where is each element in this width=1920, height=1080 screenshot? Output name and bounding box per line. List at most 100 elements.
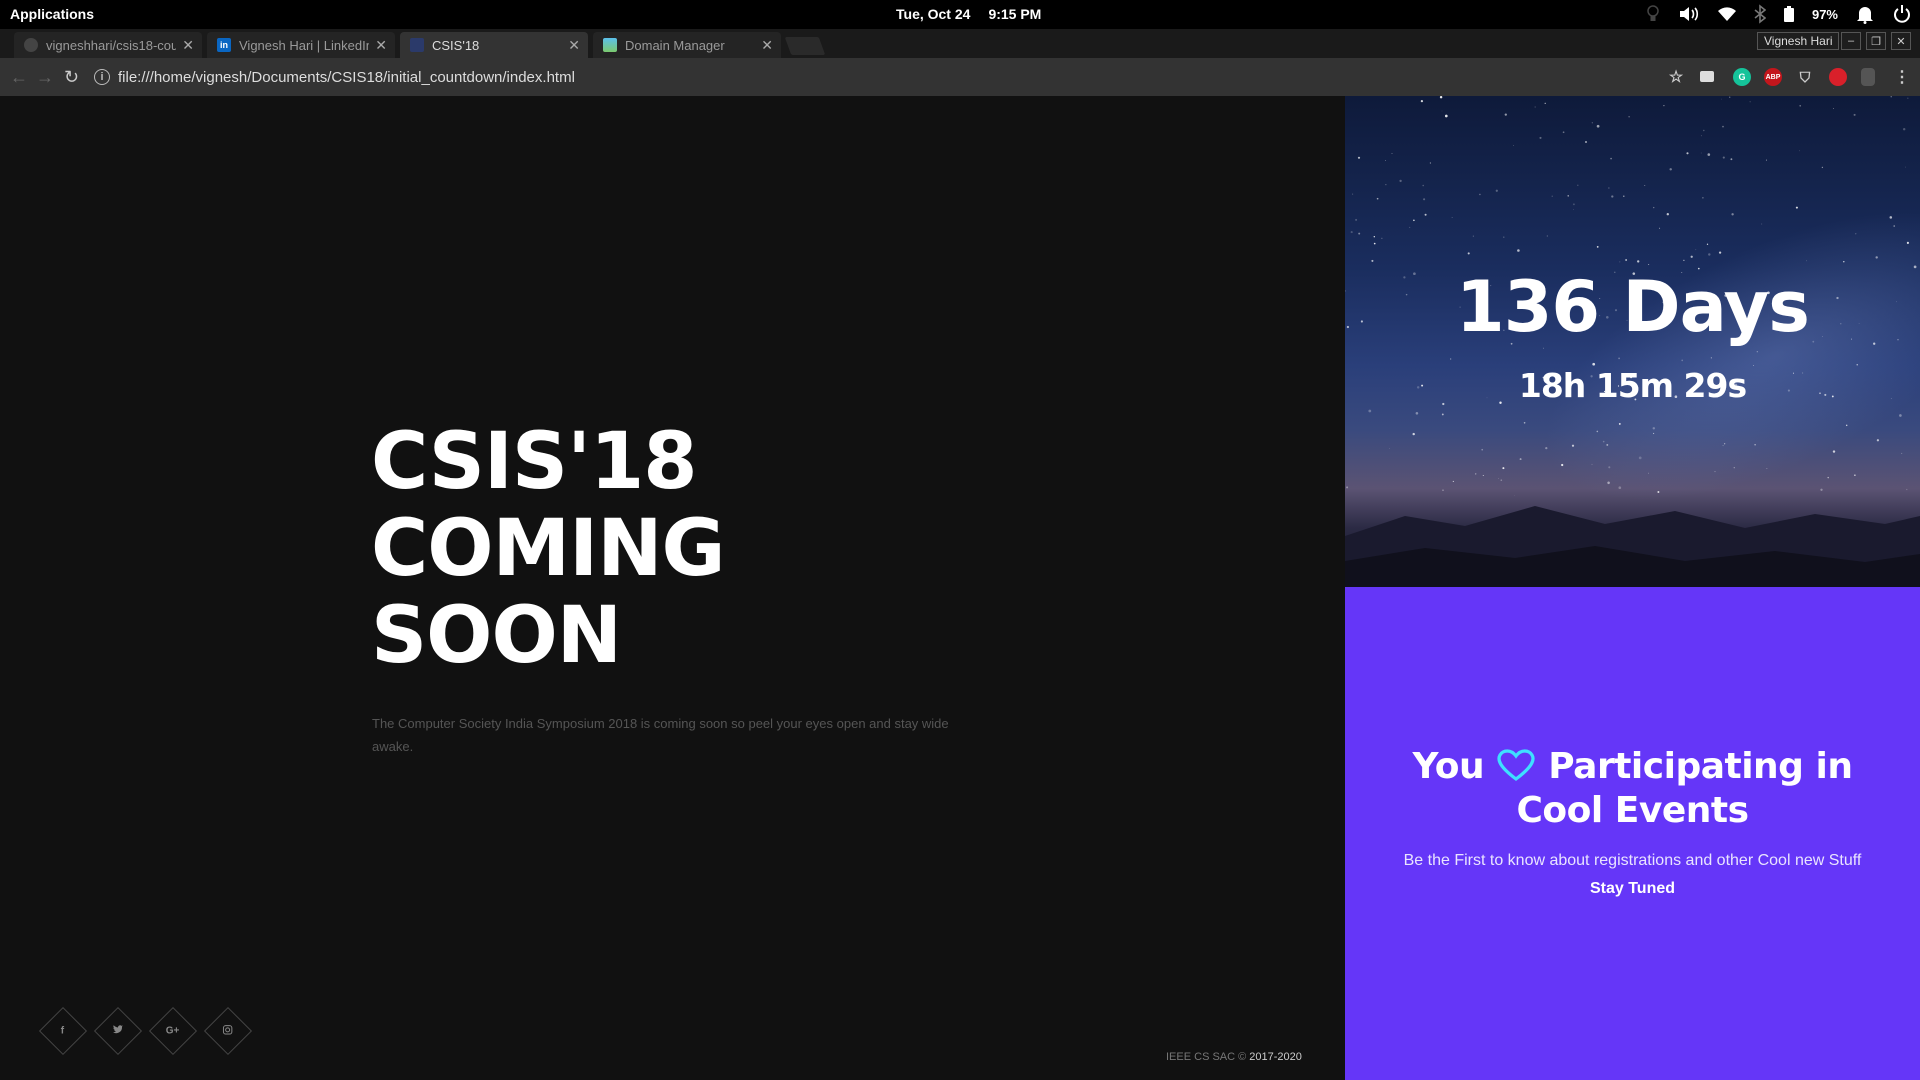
battery-icon[interactable] xyxy=(1783,3,1794,25)
browser-tab-strip: vigneshhari/csis18-cou ✕ in Vignesh Hari… xyxy=(0,29,1920,58)
star xyxy=(1710,357,1712,359)
record-icon[interactable] xyxy=(1829,68,1847,86)
star xyxy=(1669,168,1672,171)
star xyxy=(1901,452,1903,454)
tab-linkedin[interactable]: in Vignesh Hari | LinkedIn ✕ xyxy=(207,32,395,58)
close-icon[interactable]: ✕ xyxy=(761,37,773,54)
facebook-link[interactable]: f xyxy=(38,1006,88,1056)
star xyxy=(1666,213,1669,216)
star xyxy=(1700,135,1702,137)
star xyxy=(1623,195,1625,198)
star xyxy=(1663,104,1665,107)
grammarly-icon[interactable]: G xyxy=(1733,68,1751,86)
star xyxy=(1371,259,1374,262)
star xyxy=(1761,223,1763,225)
bell-icon[interactable] xyxy=(1856,3,1874,25)
star xyxy=(1481,448,1484,451)
star xyxy=(1475,473,1477,475)
star xyxy=(1706,243,1709,245)
star xyxy=(1702,197,1704,199)
close-icon[interactable]: ✕ xyxy=(568,37,580,54)
star xyxy=(1890,96,1892,98)
back-icon[interactable]: ← xyxy=(10,67,28,88)
system-tray: 97% xyxy=(1646,3,1912,25)
star xyxy=(1652,427,1656,430)
google-plus-icon: G+ xyxy=(166,1025,180,1037)
promo-panel: You Participating in Cool Events Be the … xyxy=(1345,587,1920,1080)
power-icon[interactable] xyxy=(1892,3,1912,25)
copyright-years: 2017-2020 xyxy=(1249,1051,1302,1063)
close-icon[interactable]: ✕ xyxy=(182,37,194,54)
applications-menu[interactable]: Applications xyxy=(10,6,94,22)
bluetooth-icon[interactable] xyxy=(1754,3,1766,25)
star xyxy=(1906,488,1908,491)
star xyxy=(1513,495,1515,496)
star xyxy=(1420,99,1424,103)
star xyxy=(1765,159,1767,161)
star xyxy=(1899,414,1902,417)
profile-button[interactable]: Vignesh Hari xyxy=(1757,32,1840,50)
instagram-link[interactable] xyxy=(203,1006,253,1056)
star xyxy=(1585,141,1587,143)
star xyxy=(1429,162,1431,164)
star xyxy=(1893,225,1895,227)
ghost-icon[interactable] xyxy=(1861,68,1875,86)
star xyxy=(1730,158,1733,161)
star xyxy=(1546,235,1548,237)
star xyxy=(1718,251,1722,254)
star xyxy=(1544,102,1546,104)
star xyxy=(1722,445,1724,447)
info-icon[interactable]: i xyxy=(94,69,110,85)
adblock-icon[interactable]: ABP xyxy=(1764,68,1782,86)
star xyxy=(1504,113,1507,116)
star xyxy=(1724,443,1726,445)
restore-icon[interactable]: ❐ xyxy=(1866,32,1886,50)
reload-icon[interactable]: ↻ xyxy=(64,67,79,88)
promo-heading: You Participating in Cool Events xyxy=(1345,747,1920,831)
star xyxy=(1368,409,1372,413)
tab-csis18[interactable]: CSIS'18 ✕ xyxy=(400,32,588,58)
star xyxy=(1628,116,1630,118)
volume-icon[interactable] xyxy=(1678,3,1700,25)
menu-icon[interactable]: ⋮ xyxy=(1893,68,1911,86)
star xyxy=(1827,476,1829,479)
wifi-icon[interactable] xyxy=(1717,3,1736,25)
star xyxy=(1618,422,1621,425)
star xyxy=(1722,156,1725,159)
star xyxy=(1722,125,1724,128)
night-sky-image: 136 Days 18h 15m 29s xyxy=(1345,96,1920,587)
tab-domain-manager[interactable]: Domain Manager ✕ xyxy=(593,32,781,58)
tab-github[interactable]: vigneshhari/csis18-cou ✕ xyxy=(14,32,202,58)
lightbulb-icon[interactable] xyxy=(1646,3,1660,25)
star xyxy=(1690,255,1693,258)
twitter-link[interactable] xyxy=(93,1006,143,1056)
shield-icon[interactable]: ⛉ xyxy=(1796,68,1814,86)
star xyxy=(1749,101,1751,103)
star xyxy=(1373,236,1375,238)
google-plus-link[interactable]: G+ xyxy=(148,1006,198,1056)
star xyxy=(1355,218,1358,221)
os-clock[interactable]: Tue, Oct 24 9:15 PM xyxy=(896,6,1059,22)
address-bar[interactable]: i file:///home/vignesh/Documents/CSIS18/… xyxy=(94,64,1644,90)
star xyxy=(1596,246,1599,248)
close-icon[interactable]: ✕ xyxy=(375,37,387,54)
star xyxy=(1498,478,1499,479)
star xyxy=(1845,424,1848,427)
close-window-icon[interactable]: ✕ xyxy=(1891,32,1911,50)
copyright-org: IEEE CS SAC © xyxy=(1166,1051,1250,1063)
new-tab-button[interactable] xyxy=(784,37,826,55)
csis-icon xyxy=(410,38,424,52)
star-icon[interactable]: ☆ xyxy=(1667,68,1685,86)
github-icon xyxy=(24,38,38,52)
tab-label: Domain Manager xyxy=(625,37,725,53)
star xyxy=(1637,260,1640,263)
domain-manager-icon xyxy=(603,38,617,52)
star xyxy=(1648,472,1649,474)
star xyxy=(1495,189,1498,192)
forward-icon[interactable]: → xyxy=(36,67,54,88)
star xyxy=(1611,195,1614,198)
cast-icon[interactable] xyxy=(1700,71,1714,82)
star xyxy=(1451,217,1453,218)
minimize-icon[interactable]: – xyxy=(1841,32,1861,50)
os-time: 9:15 PM xyxy=(988,6,1042,22)
